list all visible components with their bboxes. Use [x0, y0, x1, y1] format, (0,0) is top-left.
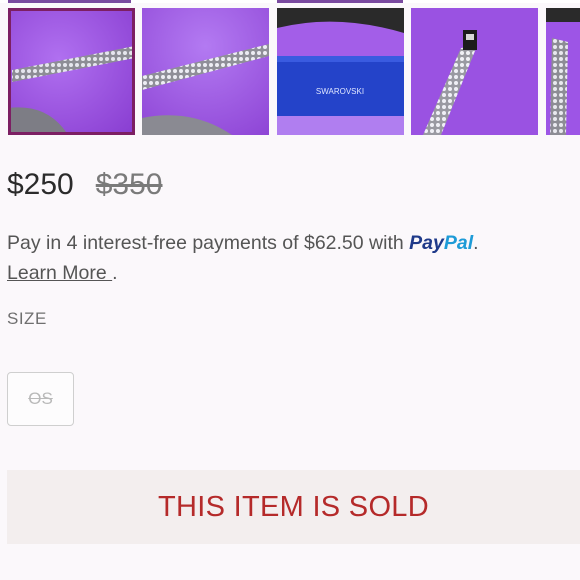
price-row: $250 $350	[7, 168, 163, 204]
paypal-period: .	[473, 232, 479, 254]
thumbnail-3[interactable]: SWAROVSKI	[277, 8, 404, 135]
image-gallery: SWAROVSKI	[0, 8, 580, 135]
bracelet-photo-5	[546, 8, 580, 135]
size-label: SIZE	[7, 309, 47, 328]
progress-segment	[277, 0, 403, 3]
thumbnail-4[interactable]	[411, 8, 538, 135]
top-progress-bar	[0, 0, 580, 3]
original-price: $350	[95, 168, 163, 201]
bracelet-photo-2	[142, 8, 269, 135]
swarovski-box-photo: SWAROVSKI	[277, 8, 404, 135]
size-option-os[interactable]: OS	[7, 372, 74, 426]
learn-more-link[interactable]: Learn More	[7, 262, 112, 284]
paypal-logo-pal: Pal	[443, 232, 474, 254]
thumbnail-5[interactable]	[546, 8, 580, 135]
paypal-logo: PayPal	[409, 232, 473, 254]
progress-segment	[8, 0, 131, 3]
box-brand-text: SWAROVSKI	[316, 87, 364, 96]
paypal-logo-pay: Pay	[409, 232, 444, 254]
paypal-installments-text: Pay in 4 interest-free payments of $62.5…	[7, 232, 404, 254]
paypal-installments: Pay in 4 interest-free payments of $62.5…	[7, 228, 577, 288]
bracelet-clasp-photo	[411, 8, 538, 135]
bracelet-photo-1	[8, 8, 135, 135]
learn-more-period: .	[112, 262, 118, 284]
sold-banner: THIS ITEM IS SOLD	[7, 470, 580, 544]
current-price: $250	[7, 168, 74, 201]
thumbnail-2[interactable]	[142, 8, 269, 135]
thumbnail-1[interactable]	[8, 8, 135, 135]
